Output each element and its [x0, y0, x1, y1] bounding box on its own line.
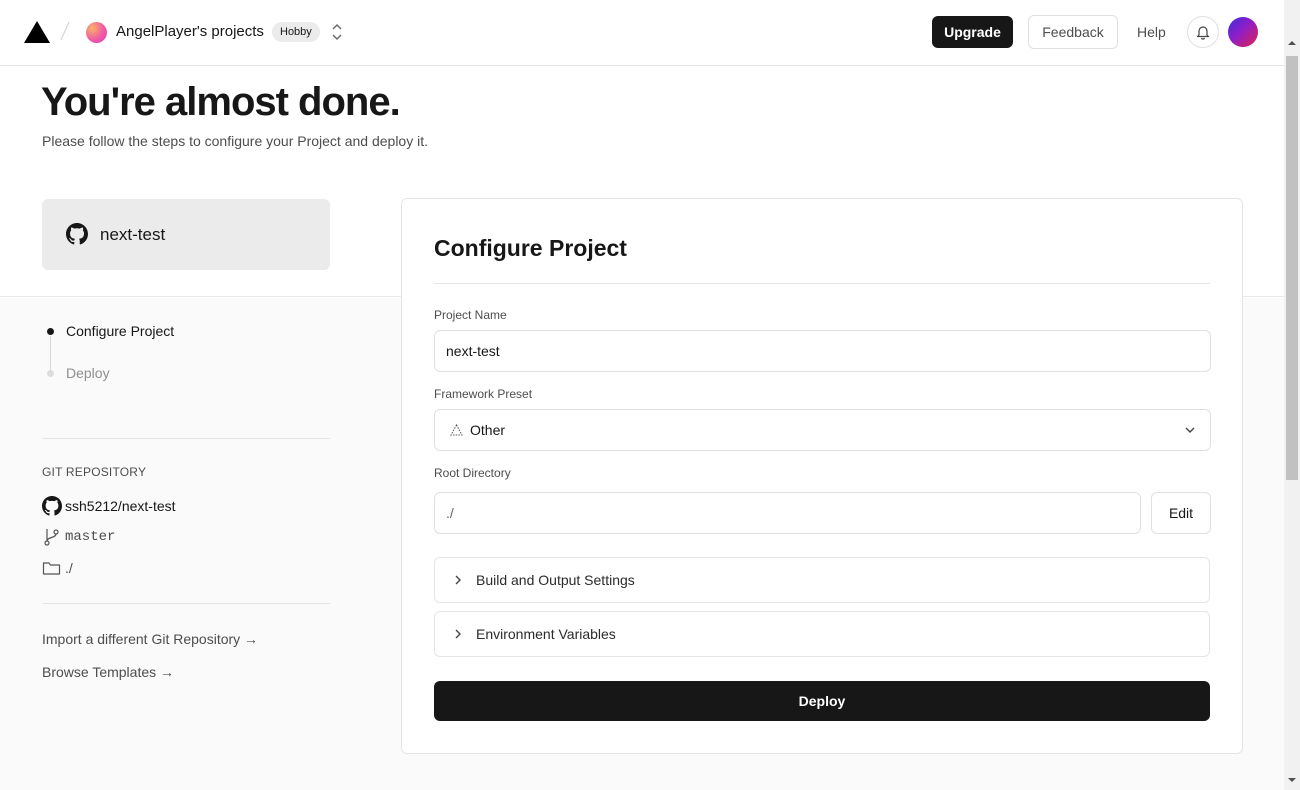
framework-preset-value: Other	[470, 422, 506, 438]
scroll-up-arrow-icon[interactable]	[1288, 40, 1296, 46]
project-name-label: Project Name	[434, 308, 507, 322]
team-avatar[interactable]	[86, 22, 107, 43]
framework-preset-label: Framework Preset	[434, 387, 533, 401]
git-directory: ./	[65, 560, 73, 576]
step-deploy: Deploy	[66, 365, 110, 381]
git-directory-row: ./	[42, 560, 73, 576]
configure-project-card	[401, 198, 1243, 754]
step-indicator	[47, 370, 54, 377]
build-output-settings-toggle[interactable]: Build and Output Settings	[434, 557, 1210, 603]
top-navbar: AngelPlayer's projects Hobby Upgrade Fee…	[0, 0, 1284, 66]
git-branch-row: master	[42, 528, 115, 546]
step-configure-project: Configure Project	[66, 323, 175, 339]
framework-preset-select[interactable]: Other	[434, 409, 1211, 451]
root-directory-input[interactable]: ./	[434, 492, 1141, 534]
git-branch-name: master	[65, 529, 116, 545]
browse-templates-link[interactable]: Browse Templates →	[42, 664, 174, 680]
plan-badge: Hobby	[272, 22, 320, 42]
project-name-input[interactable]: next-test	[434, 330, 1211, 372]
breadcrumb-separator	[60, 21, 70, 41]
root-directory-label: Root Directory	[434, 466, 511, 480]
repo-card-name: next-test	[100, 225, 166, 244]
page-title: You're almost done.	[41, 80, 401, 124]
import-different-repo-link[interactable]: Import a different Git Repository →	[42, 631, 258, 647]
divider	[42, 438, 330, 439]
git-repository-heading: GIT REPOSITORY	[42, 465, 147, 479]
team-name[interactable]: AngelPlayer's projects	[116, 23, 264, 40]
deploy-button[interactable]: Deploy	[434, 681, 1210, 721]
git-repo-name[interactable]: ssh5212/next-test	[65, 498, 176, 514]
git-repo-row[interactable]: ssh5212/next-test	[42, 496, 176, 516]
step-indicator-active	[47, 328, 54, 335]
feedback-button[interactable]: Feedback	[1028, 15, 1118, 49]
help-link[interactable]: Help	[1137, 24, 1166, 40]
scroll-down-arrow-icon[interactable]	[1288, 777, 1296, 783]
chevron-up-down-icon[interactable]	[330, 23, 344, 41]
page-subtitle: Please follow the steps to configure you…	[42, 133, 428, 149]
environment-variables-toggle[interactable]: Environment Variables	[434, 611, 1210, 657]
scrollbar-thumb[interactable]	[1286, 56, 1298, 480]
triangle-logo-icon[interactable]	[24, 21, 50, 43]
github-icon	[42, 496, 62, 516]
edit-root-directory-button[interactable]: Edit	[1151, 492, 1211, 534]
steps-connector	[50, 336, 51, 372]
chevron-right-icon	[455, 629, 461, 639]
repo-card: next-test	[42, 199, 330, 270]
user-avatar[interactable]	[1228, 17, 1258, 47]
bell-icon	[1196, 26, 1210, 40]
environment-variables-label: Environment Variables	[476, 626, 616, 642]
folder-icon	[42, 562, 61, 575]
git-branch-icon	[44, 529, 59, 546]
chevron-down-icon	[1185, 427, 1195, 433]
divider	[42, 603, 330, 604]
chevron-right-icon	[455, 575, 461, 585]
upgrade-button[interactable]: Upgrade	[932, 16, 1013, 48]
configure-project-title: Configure Project	[434, 235, 627, 261]
build-output-settings-label: Build and Output Settings	[476, 572, 635, 588]
github-icon	[66, 223, 88, 245]
other-framework-icon	[450, 424, 463, 436]
notifications-button[interactable]	[1187, 16, 1219, 48]
divider	[434, 283, 1210, 284]
